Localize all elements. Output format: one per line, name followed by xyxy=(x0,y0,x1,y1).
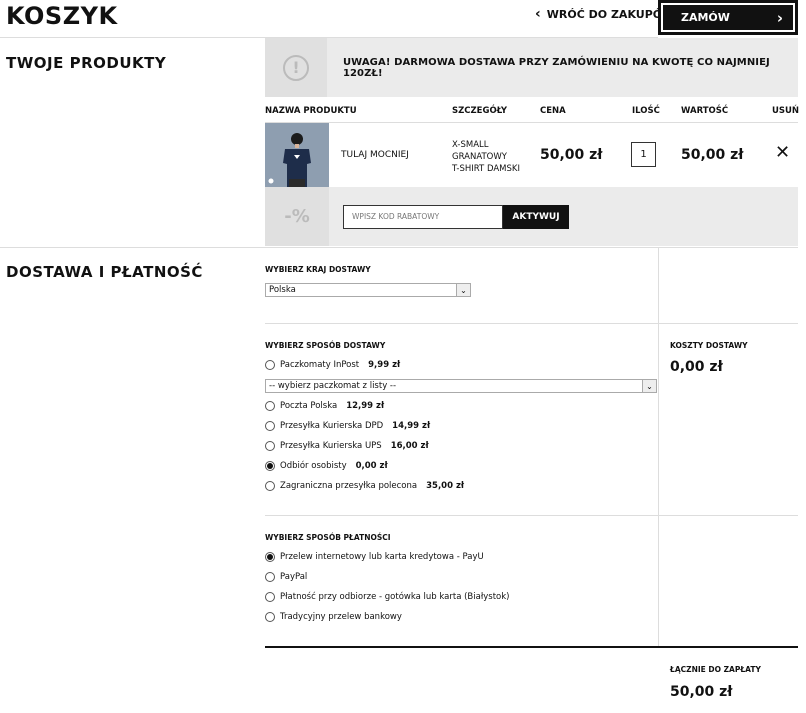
divider xyxy=(265,515,798,516)
delivery-option-price: 14,99 zł xyxy=(392,421,431,431)
payment-option-label: Płatność przy odbiorze - gotówka lub kar… xyxy=(280,592,510,602)
chevron-down-icon: ⌄ xyxy=(642,380,656,392)
product-details: X-SMALL GRANATOWY T-SHIRT DAMSKI xyxy=(452,139,520,175)
back-to-shop-label: WRÓĆ DO ZAKUPÓW xyxy=(546,7,675,21)
delivery-section-title: DOSTAWA I PŁATNOŚĆ xyxy=(6,263,203,281)
notice-text: UWAGA! DARMOWA DOSTAWA PRZY ZAMÓWIENIU N… xyxy=(342,56,770,79)
divider xyxy=(265,323,798,324)
order-button-label: ZAMÓW xyxy=(681,11,730,24)
back-to-shop-link[interactable]: ‹ WRÓĆ DO ZAKUPÓW xyxy=(535,7,674,21)
radio-button[interactable] xyxy=(265,421,275,431)
exclamation-icon: ! xyxy=(282,54,309,81)
radio-button[interactable] xyxy=(265,360,275,370)
country-value: Polska xyxy=(269,285,296,295)
country-label: WYBIERZ KRAJ DOSTAWY xyxy=(265,265,371,274)
delivery-option-label: Poczta Polska xyxy=(280,401,338,411)
col-header-price: CENA xyxy=(540,106,566,116)
delivery-option-pickup[interactable]: Odbiór osobisty 0,00 zł xyxy=(265,461,388,471)
delivery-option-price: 16,00 zł xyxy=(390,441,429,451)
product-value: 50,00 zł xyxy=(681,147,744,163)
delivery-option-price: 35,00 zł xyxy=(426,481,465,491)
delivery-option-price: 12,99 zł xyxy=(346,401,385,411)
chevron-down-icon: ⌄ xyxy=(456,284,470,296)
payment-option-label: Tradycyjny przelew bankowy xyxy=(280,612,402,622)
discount-icon: -% xyxy=(265,187,329,246)
chevron-left-icon: ‹ xyxy=(535,6,541,22)
radio-button[interactable] xyxy=(265,612,275,622)
delivery-option-international[interactable]: Zagraniczna przesyłka polecona 35,00 zł xyxy=(265,481,464,491)
products-section-title: TWOJE PRODUKTY xyxy=(6,54,167,72)
col-header-qty: ILOŚĆ xyxy=(632,106,660,116)
coupon-area: -% WPISZ KOD RABATOWY AKTYWUJ xyxy=(265,187,798,246)
delivery-option-label: Paczkomaty InPost xyxy=(280,360,360,370)
col-header-remove: USUŃ xyxy=(772,106,800,116)
radio-button[interactable] xyxy=(265,461,275,471)
delivery-option-label: Przesyłka Kurierska DPD xyxy=(280,421,384,431)
delivery-method-label: WYBIERZ SPOSÓB DOSTAWY xyxy=(265,341,386,350)
col-header-details: SZCZEGÓŁY xyxy=(452,106,507,116)
radio-button[interactable] xyxy=(265,481,275,491)
total-value: 50,00 zł xyxy=(670,684,733,700)
radio-button[interactable] xyxy=(265,441,275,451)
delivery-option-dpd[interactable]: Przesyłka Kurierska DPD 14,99 zł xyxy=(265,421,430,431)
free-shipping-notice: ! UWAGA! DARMOWA DOSTAWA PRZY ZAMÓWIENIU… xyxy=(265,38,798,97)
chevron-right-icon: › xyxy=(776,8,783,27)
delivery-option-price: 0,00 zł xyxy=(355,461,388,471)
order-button[interactable]: ZAMÓW › xyxy=(658,0,798,35)
payment-method-label: WYBIERZ SPOSÓB PŁATNOŚCI xyxy=(265,533,391,542)
total-label: ŁĄCZNIE DO ZAPŁATY xyxy=(670,665,761,674)
delivery-option-poczta[interactable]: Poczta Polska 12,99 zł xyxy=(265,401,384,411)
divider xyxy=(265,122,798,123)
radio-button[interactable] xyxy=(265,572,275,582)
delivery-option-inpost[interactable]: Paczkomaty InPost 9,99 zł xyxy=(265,360,400,370)
remove-icon[interactable]: ✕ xyxy=(775,144,790,162)
activate-coupon-button[interactable]: AKTYWUJ xyxy=(503,204,569,229)
payment-option-transfer[interactable]: Tradycyjny przelew bankowy xyxy=(265,612,402,622)
delivery-option-label: Odbiór osobisty xyxy=(280,461,347,471)
parcel-locker-select[interactable]: -- wybierz paczkomat z listy -- ⌄ xyxy=(265,379,657,393)
summary-divider xyxy=(265,646,798,648)
delivery-option-label: Przesyłka Kurierska UPS xyxy=(280,441,382,451)
delivery-cost-value: 0,00 zł xyxy=(670,359,723,375)
delivery-option-label: Zagraniczna przesyłka polecona xyxy=(280,481,418,491)
payment-option-label: Przelew internetowy lub karta kredytowa … xyxy=(280,552,484,562)
col-header-value: WARTOŚĆ xyxy=(681,106,729,116)
col-header-name: NAZWA PRODUKTU xyxy=(265,106,357,116)
parcel-locker-value: -- wybierz paczkomat z listy -- xyxy=(269,381,397,391)
column-divider xyxy=(658,247,659,647)
product-price: 50,00 zł xyxy=(540,147,603,163)
product-name[interactable]: TULAJ MOCNIEJ xyxy=(341,150,409,160)
payment-option-cod[interactable]: Płatność przy odbiorze - gotówka lub kar… xyxy=(265,592,509,602)
page-title: KOSZYK xyxy=(6,2,118,30)
product-type: T-SHIRT DAMSKI xyxy=(452,164,520,174)
divider xyxy=(0,247,798,248)
payment-option-label: PayPal xyxy=(280,572,308,582)
quantity-input[interactable]: 1 xyxy=(631,142,656,167)
delivery-option-ups[interactable]: Przesyłka Kurierska UPS 16,00 zł xyxy=(265,441,429,451)
product-thumbnail[interactable] xyxy=(265,123,329,187)
coupon-input[interactable]: WPISZ KOD RABATOWY xyxy=(343,204,503,229)
product-color: GRANATOWY xyxy=(452,152,507,162)
radio-button[interactable] xyxy=(265,401,275,411)
country-select[interactable]: Polska ⌄ xyxy=(265,283,471,297)
radio-button[interactable] xyxy=(265,592,275,602)
payment-option-paypal[interactable]: PayPal xyxy=(265,572,307,582)
delivery-option-price: 9,99 zł xyxy=(368,360,401,370)
product-size: X-SMALL xyxy=(452,140,489,150)
delivery-cost-label: KOSZTY DOSTAWY xyxy=(670,341,748,350)
radio-button[interactable] xyxy=(265,552,275,562)
payment-option-payu[interactable]: Przelew internetowy lub karta kredytowa … xyxy=(265,552,484,562)
